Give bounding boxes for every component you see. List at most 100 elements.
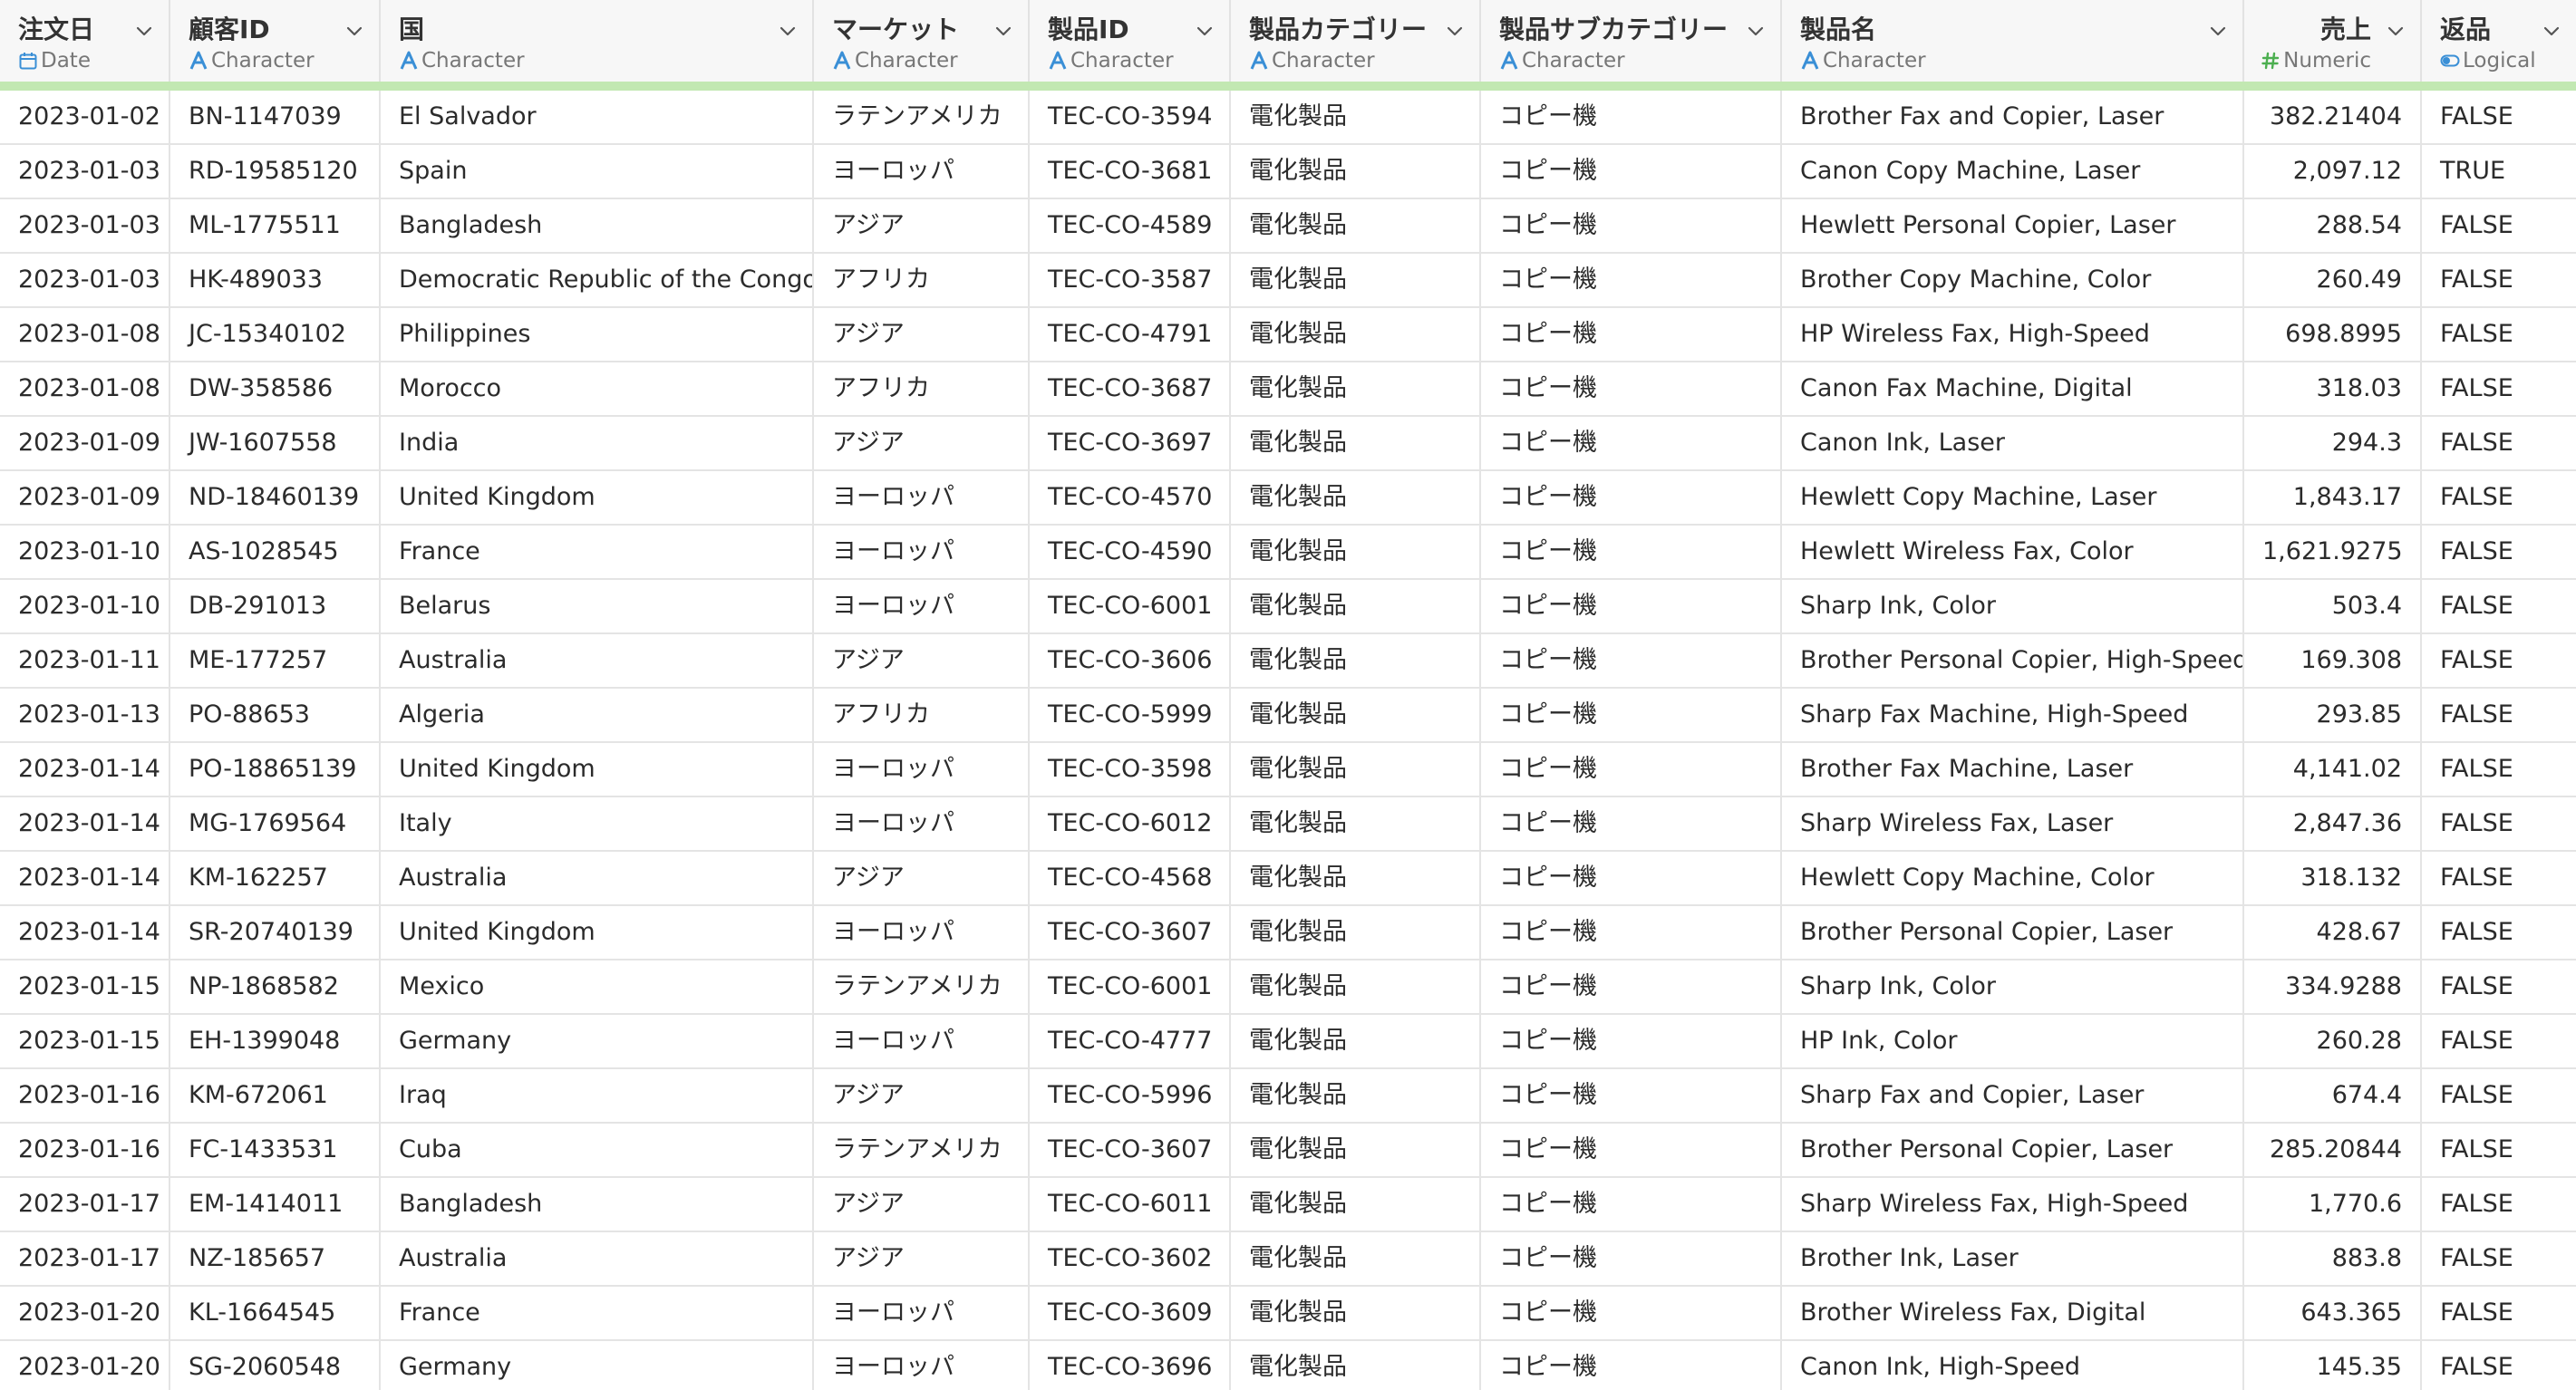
table-cell[interactable]: MG-1769564 <box>170 797 381 850</box>
table-row[interactable]: 2023-01-14 SR-20740139 United Kingdom ヨーロッパ… <box>0 906 2576 960</box>
table-cell[interactable]: 643.365 <box>2244 1287 2422 1339</box>
table-cell[interactable]: JW-1607558 <box>170 417 381 469</box>
table-cell[interactable]: Brother Copy Machine, Color <box>1782 254 2244 306</box>
table-cell[interactable]: 2023-01-13 <box>0 689 170 741</box>
table-cell[interactable]: ヨーロッパ <box>814 1341 1030 1390</box>
table-cell[interactable]: コピー機 <box>1481 906 1782 959</box>
table-cell[interactable]: FALSE <box>2422 91 2576 143</box>
table-cell[interactable]: 電化製品 <box>1231 960 1481 1013</box>
table-cell[interactable]: 電化製品 <box>1231 145 1481 198</box>
table-cell[interactable]: Germany <box>381 1341 814 1390</box>
table-cell[interactable]: コピー機 <box>1481 1178 1782 1231</box>
table-cell[interactable]: 145.35 <box>2244 1341 2422 1390</box>
table-cell[interactable]: アジア <box>814 1069 1030 1122</box>
table-cell[interactable]: FALSE <box>2422 1015 2576 1067</box>
table-cell[interactable]: Australia <box>381 1232 814 1285</box>
table-cell[interactable]: 電化製品 <box>1231 689 1481 741</box>
chevron-down-icon[interactable] <box>992 20 1015 43</box>
table-cell[interactable]: Hewlett Personal Copier, Laser <box>1782 199 2244 252</box>
table-cell[interactable]: Brother Fax and Copier, Laser <box>1782 91 2244 143</box>
table-row[interactable]: 2023-01-03 HK-489033 Democratic Republic o… <box>0 254 2576 308</box>
grid-body[interactable]: 2023-01-02 BN-1147039 El Salvador ラテンアメリカ TE… <box>0 91 2576 1390</box>
table-cell[interactable]: Philippines <box>381 308 814 361</box>
table-cell[interactable]: コピー機 <box>1481 362 1782 415</box>
table-cell[interactable]: コピー機 <box>1481 580 1782 632</box>
table-cell[interactable]: Brother Personal Copier, Laser <box>1782 1124 2244 1176</box>
table-cell[interactable]: TEC-CO-3607 <box>1030 1124 1231 1176</box>
table-cell[interactable]: Canon Ink, Laser <box>1782 417 2244 469</box>
table-cell[interactable]: 2023-01-16 <box>0 1069 170 1122</box>
table-cell[interactable]: 電化製品 <box>1231 1124 1481 1176</box>
table-cell[interactable]: Mexico <box>381 960 814 1013</box>
table-cell[interactable]: ヨーロッパ <box>814 1287 1030 1339</box>
table-cell[interactable]: 883.8 <box>2244 1232 2422 1285</box>
table-cell[interactable]: Brother Fax Machine, Laser <box>1782 743 2244 796</box>
table-cell[interactable]: NZ-185657 <box>170 1232 381 1285</box>
table-cell[interactable]: アフリカ <box>814 362 1030 415</box>
table-cell[interactable]: TEC-CO-3607 <box>1030 906 1231 959</box>
table-cell[interactable]: FALSE <box>2422 743 2576 796</box>
table-cell[interactable]: ラテンアメリカ <box>814 1124 1030 1176</box>
table-cell[interactable]: Belarus <box>381 580 814 632</box>
table-cell[interactable]: TEC-CO-4570 <box>1030 471 1231 524</box>
table-cell[interactable]: 電化製品 <box>1231 743 1481 796</box>
table-cell[interactable]: 2023-01-14 <box>0 743 170 796</box>
table-cell[interactable]: 電化製品 <box>1231 1341 1481 1390</box>
table-row[interactable]: 2023-01-08 DW-358586 Morocco アフリカ TEC-CO-368… <box>0 362 2576 417</box>
table-cell[interactable]: Hewlett Copy Machine, Laser <box>1782 471 2244 524</box>
table-cell[interactable]: FALSE <box>2422 1232 2576 1285</box>
table-cell[interactable]: TEC-CO-4590 <box>1030 526 1231 578</box>
chevron-down-icon[interactable] <box>2384 20 2407 43</box>
table-cell[interactable]: 2023-01-09 <box>0 417 170 469</box>
column-header[interactable]: 顧客ID Character <box>170 0 381 82</box>
table-cell[interactable]: Canon Copy Machine, Laser <box>1782 145 2244 198</box>
table-cell[interactable]: コピー機 <box>1481 743 1782 796</box>
column-header[interactable]: 返品 Logical <box>2422 0 2576 82</box>
table-cell[interactable]: RD-19585120 <box>170 145 381 198</box>
table-cell[interactable]: Brother Ink, Laser <box>1782 1232 2244 1285</box>
table-cell[interactable]: 294.3 <box>2244 417 2422 469</box>
table-row[interactable]: 2023-01-14 PO-18865139 United Kingdom ヨーロッパ… <box>0 743 2576 797</box>
table-cell[interactable]: 2,847.36 <box>2244 797 2422 850</box>
table-cell[interactable]: 電化製品 <box>1231 1069 1481 1122</box>
table-cell[interactable]: 電化製品 <box>1231 362 1481 415</box>
table-cell[interactable]: TEC-CO-3696 <box>1030 1341 1231 1390</box>
table-cell[interactable]: TEC-CO-3598 <box>1030 743 1231 796</box>
table-cell[interactable]: FALSE <box>2422 362 2576 415</box>
table-cell[interactable]: 2,097.12 <box>2244 145 2422 198</box>
table-cell[interactable]: 2023-01-11 <box>0 634 170 687</box>
table-cell[interactable]: EM-1414011 <box>170 1178 381 1231</box>
table-row[interactable]: 2023-01-17 EM-1414011 Bangladesh アジア TEC-CO-… <box>0 1178 2576 1232</box>
table-cell[interactable]: FALSE <box>2422 960 2576 1013</box>
chevron-down-icon[interactable] <box>132 20 156 43</box>
table-cell[interactable]: 334.9288 <box>2244 960 2422 1013</box>
table-cell[interactable]: 電化製品 <box>1231 308 1481 361</box>
column-header[interactable]: 注文日 Date <box>0 0 170 82</box>
table-row[interactable]: 2023-01-15 EH-1399048 Germany ヨーロッパ TEC-CO-4… <box>0 1015 2576 1069</box>
table-cell[interactable]: TEC-CO-3681 <box>1030 145 1231 198</box>
table-cell[interactable]: ヨーロッパ <box>814 471 1030 524</box>
table-cell[interactable]: 698.8995 <box>2244 308 2422 361</box>
table-cell[interactable]: 674.4 <box>2244 1069 2422 1122</box>
table-cell[interactable]: コピー機 <box>1481 1124 1782 1176</box>
table-cell[interactable]: 2023-01-02 <box>0 91 170 143</box>
table-cell[interactable]: TEC-CO-4791 <box>1030 308 1231 361</box>
column-header[interactable]: マーケット Character <box>814 0 1030 82</box>
table-cell[interactable]: Hewlett Wireless Fax, Color <box>1782 526 2244 578</box>
table-cell[interactable]: コピー機 <box>1481 91 1782 143</box>
table-cell[interactable]: アジア <box>814 852 1030 904</box>
table-cell[interactable]: FALSE <box>2422 852 2576 904</box>
table-cell[interactable]: 電化製品 <box>1231 1015 1481 1067</box>
column-header[interactable]: 製品ID Character <box>1030 0 1231 82</box>
table-row[interactable]: 2023-01-16 KM-672061 Iraq アジア TEC-CO-5996 電化製… <box>0 1069 2576 1124</box>
table-cell[interactable]: コピー機 <box>1481 417 1782 469</box>
table-cell[interactable]: コピー機 <box>1481 1287 1782 1339</box>
table-cell[interactable]: FALSE <box>2422 1178 2576 1231</box>
table-cell[interactable]: FALSE <box>2422 526 2576 578</box>
table-cell[interactable]: FALSE <box>2422 417 2576 469</box>
table-cell[interactable]: 503.4 <box>2244 580 2422 632</box>
table-cell[interactable]: United Kingdom <box>381 471 814 524</box>
table-row[interactable]: 2023-01-10 AS-1028545 France ヨーロッパ TEC-CO-45… <box>0 526 2576 580</box>
table-cell[interactable]: FALSE <box>2422 1287 2576 1339</box>
table-cell[interactable]: 2023-01-03 <box>0 145 170 198</box>
